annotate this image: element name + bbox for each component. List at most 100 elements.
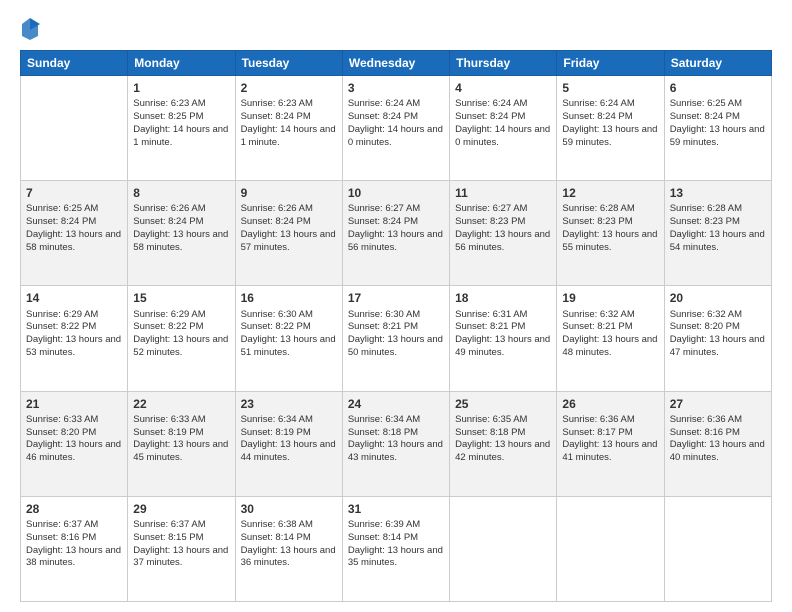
day-number: 7 [26,185,122,201]
daylight: Daylight: 14 hours and 0 minutes. [348,124,443,148]
sunrise: Sunrise: 6:23 AM [241,98,313,109]
calendar-cell: 7 Sunrise: 6:25 AM Sunset: 8:24 PM Daylight… [21,181,128,286]
calendar-cell: 18Sunrise: 6:31 AMSunset: 8:21 PMDayligh… [450,286,557,391]
calendar-cell: 6Sunrise: 6:25 AMSunset: 8:24 PMDaylight… [664,76,771,181]
sunset: Sunset: 8:24 PM [670,111,740,122]
sunrise: Sunrise: 6:35 AM [455,414,527,425]
day-number: 9 [241,185,337,201]
sunrise: Sunrise: 6:32 AM [670,309,742,320]
logo-icon [20,16,40,40]
week-row-4: 21Sunrise: 6:33 AMSunset: 8:20 PMDayligh… [21,391,772,496]
day-number: 17 [348,290,444,306]
sunrise: Sunrise: 6:33 AM [26,414,98,425]
sunset: Sunset: 8:19 PM [241,427,311,438]
day-number: 4 [455,80,551,96]
day-header-sunday: Sunday [21,51,128,76]
logo [20,16,44,40]
sunset: Sunset: 8:24 PM [348,216,418,227]
header-row: SundayMondayTuesdayWednesdayThursdayFrid… [21,51,772,76]
day-number: 30 [241,501,337,517]
daylight: Daylight: 13 hours and 56 minutes. [455,229,550,253]
page: SundayMondayTuesdayWednesdayThursdayFrid… [0,0,792,612]
sunrise: Sunrise: 6:34 AM [241,414,313,425]
calendar-cell [450,496,557,601]
calendar-cell: 11Sunrise: 6:27 AMSunset: 8:23 PMDayligh… [450,181,557,286]
calendar-cell: 17Sunrise: 6:30 AMSunset: 8:21 PMDayligh… [342,286,449,391]
sunrise: Sunrise: 6:28 AM [562,203,634,214]
sunrise: Sunrise: 6:34 AM [348,414,420,425]
calendar-cell [664,496,771,601]
sunrise: Sunrise: 6:30 AM [348,309,420,320]
sunrise: Sunrise: 6:25 AM [670,98,742,109]
daylight: Daylight: 13 hours and 43 minutes. [348,439,443,463]
daylight: Daylight: 13 hours and 55 minutes. [562,229,657,253]
sunset: Sunset: 8:16 PM [26,532,96,543]
calendar-cell: 19Sunrise: 6:32 AMSunset: 8:21 PMDayligh… [557,286,664,391]
day-number: 19 [562,290,658,306]
calendar-cell: 15Sunrise: 6:29 AMSunset: 8:22 PMDayligh… [128,286,235,391]
sunrise: Sunrise: 6:37 AM [133,519,205,530]
day-number: 13 [670,185,766,201]
sunset: Sunset: 8:24 PM [562,111,632,122]
sunset: Sunset: 8:21 PM [455,321,525,332]
calendar-cell: 21Sunrise: 6:33 AMSunset: 8:20 PMDayligh… [21,391,128,496]
sunset: Sunset: 8:20 PM [670,321,740,332]
day-number: 16 [241,290,337,306]
daylight: Daylight: 13 hours and 42 minutes. [455,439,550,463]
daylight: Daylight: 13 hours and 59 minutes. [562,124,657,148]
daylight: Daylight: 13 hours and 41 minutes. [562,439,657,463]
day-number: 31 [348,501,444,517]
calendar-cell [557,496,664,601]
sunrise: Sunrise: 6:29 AM [26,309,98,320]
day-number: 5 [562,80,658,96]
daylight: Daylight: 13 hours and 46 minutes. [26,439,121,463]
daylight: Daylight: 13 hours and 51 minutes. [241,334,336,358]
daylight: Daylight: 13 hours and 47 minutes. [670,334,765,358]
day-number: 14 [26,290,122,306]
sunrise: Sunrise: 6:24 AM [348,98,420,109]
sunrise: Sunrise: 6:27 AM [455,203,527,214]
sunrise: Sunrise: 6:24 AM [455,98,527,109]
week-row-5: 28 Sunrise: 6:37 AM Sunset: 8:16 PM Dayligh… [21,496,772,601]
day-number: 21 [26,396,122,412]
day-number: 20 [670,290,766,306]
day-number: 26 [562,396,658,412]
daylight: Daylight: 13 hours and 35 minutes. [348,545,443,569]
calendar-cell: 29Sunrise: 6:37 AMSunset: 8:15 PMDayligh… [128,496,235,601]
day-number: 23 [241,396,337,412]
week-row-2: 7 Sunrise: 6:25 AM Sunset: 8:24 PM Daylight… [21,181,772,286]
week-row-1: 1Sunrise: 6:23 AMSunset: 8:25 PMDaylight… [21,76,772,181]
daylight: Daylight: 13 hours and 59 minutes. [670,124,765,148]
sunrise: Sunrise: 6:25 AM [26,203,98,214]
sunset: Sunset: 8:22 PM [241,321,311,332]
sunset: Sunset: 8:19 PM [133,427,203,438]
daylight: Daylight: 13 hours and 58 minutes. [133,229,228,253]
day-number: 12 [562,185,658,201]
day-number: 28 [26,501,122,517]
day-number: 18 [455,290,551,306]
daylight: Daylight: 14 hours and 1 minute. [133,124,228,148]
calendar-cell: 4Sunrise: 6:24 AMSunset: 8:24 PMDaylight… [450,76,557,181]
sunrise: Sunrise: 6:26 AM [241,203,313,214]
sunset: Sunset: 8:18 PM [348,427,418,438]
sunset: Sunset: 8:14 PM [348,532,418,543]
daylight: Daylight: 13 hours and 52 minutes. [133,334,228,358]
day-header-monday: Monday [128,51,235,76]
day-number: 15 [133,290,229,306]
calendar-cell: 28Sunrise: 6:37 AMSunset: 8:16 PMDayligh… [21,496,128,601]
day-number: 25 [455,396,551,412]
day-number: 27 [670,396,766,412]
daylight: Daylight: 13 hours and 40 minutes. [670,439,765,463]
daylight: Daylight: 13 hours and 45 minutes. [133,439,228,463]
day-number: 3 [348,80,444,96]
calendar-cell: 3Sunrise: 6:24 AMSunset: 8:24 PMDaylight… [342,76,449,181]
sunset: Sunset: 8:24 PM [26,216,96,227]
daylight: Daylight: 13 hours and 58 minutes. [26,229,121,253]
daylight: Daylight: 14 hours and 0 minutes. [455,124,550,148]
sunset: Sunset: 8:22 PM [133,321,203,332]
sunset: Sunset: 8:25 PM [133,111,203,122]
daylight: Daylight: 13 hours and 37 minutes. [133,545,228,569]
calendar-cell: 25Sunrise: 6:35 AMSunset: 8:18 PMDayligh… [450,391,557,496]
sunset: Sunset: 8:23 PM [455,216,525,227]
daylight: Daylight: 13 hours and 54 minutes. [670,229,765,253]
